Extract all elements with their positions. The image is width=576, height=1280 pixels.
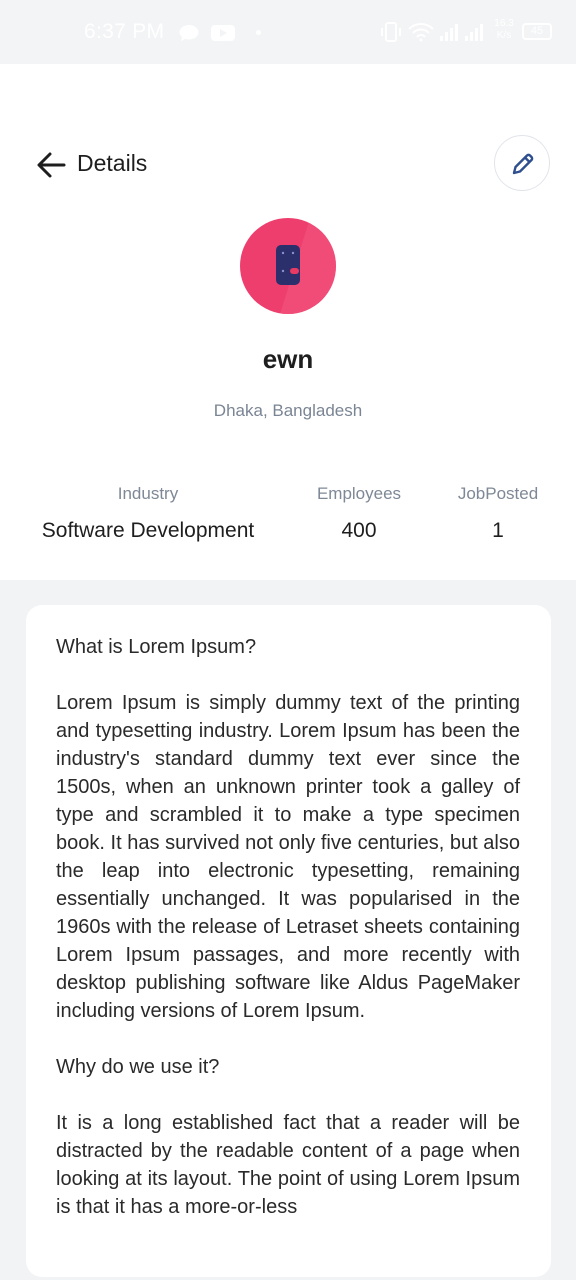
stat-label-jobposted: JobPosted bbox=[457, 484, 539, 503]
battery-icon: 45 bbox=[522, 23, 552, 40]
app-logo-icon bbox=[276, 218, 336, 314]
status-time: 6:37 PM bbox=[84, 20, 165, 43]
chat-bubble-icon bbox=[179, 25, 199, 41]
description-content: What is Lorem Ipsum? Lorem Ipsum is simp… bbox=[56, 633, 520, 1249]
description-paragraph-1: Lorem Ipsum is simply dummy text of the … bbox=[56, 692, 520, 1022]
edit-button[interactable] bbox=[494, 135, 550, 191]
network-speed-value: 16.3 bbox=[494, 18, 514, 29]
company-avatar bbox=[240, 218, 336, 314]
back-button[interactable] bbox=[34, 148, 68, 182]
description-card: What is Lorem Ipsum? Lorem Ipsum is simp… bbox=[26, 605, 551, 1277]
page-title: Details bbox=[77, 150, 148, 176]
pencil-icon bbox=[512, 153, 534, 175]
video-play-icon bbox=[211, 25, 235, 41]
company-name: ewn bbox=[262, 344, 314, 374]
description-heading-1: What is Lorem Ipsum? bbox=[56, 636, 257, 658]
notification-dot-icon bbox=[256, 30, 261, 35]
arrow-left-icon bbox=[37, 152, 66, 178]
network-speed: 16.3 K/s bbox=[493, 18, 515, 42]
vibrate-icon bbox=[381, 22, 401, 42]
wifi-icon bbox=[408, 23, 434, 42]
battery-level: 45 bbox=[530, 25, 544, 37]
company-location: Dhaka, Bangladesh bbox=[213, 401, 363, 420]
network-speed-unit: K/s bbox=[496, 30, 512, 41]
stat-value-industry: Software Development bbox=[41, 519, 255, 542]
description-heading-2: Why do we use it? bbox=[56, 1056, 220, 1078]
status-bar: 6:37 PM 16.3 K/s 45 bbox=[0, 0, 576, 64]
stat-label-industry: Industry bbox=[117, 484, 179, 503]
stat-value-jobposted: 1 bbox=[492, 519, 504, 542]
stat-label-employees: Employees bbox=[316, 484, 402, 503]
stat-value-employees: 400 bbox=[341, 519, 377, 542]
signal-icon bbox=[440, 24, 483, 41]
description-paragraph-2: It is a long established fact that a rea… bbox=[56, 1112, 520, 1218]
